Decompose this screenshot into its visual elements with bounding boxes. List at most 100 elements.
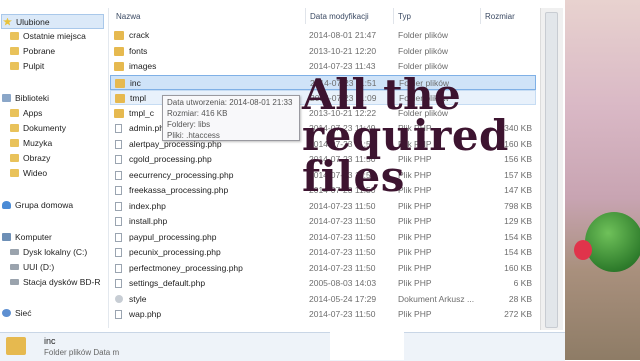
php-file-icon <box>115 155 122 164</box>
file-date: 2013-10-21 12:20 <box>309 45 377 56</box>
scrollbar-thumb[interactable] <box>545 12 558 328</box>
column-header-name[interactable]: Nazwa <box>116 8 306 24</box>
folder-icon <box>6 337 26 355</box>
php-file-icon <box>115 186 122 195</box>
column-header-date-label: Data modyfikacji <box>310 11 369 21</box>
sidebar-item-label: Komputer <box>15 231 52 242</box>
sidebar-item-label: Pobrane <box>23 45 56 56</box>
file-name-cell: style <box>114 292 294 307</box>
file-name-cell: cgold_processing.php <box>114 152 294 167</box>
column-header-size[interactable]: Rozmiar <box>480 8 543 24</box>
sidebar-item[interactable]: Dokumenty <box>10 121 66 134</box>
file-name-cell: images <box>114 59 294 74</box>
decorative-ball-image <box>585 212 640 272</box>
sidebar-item[interactable]: Ulubione <box>1 14 104 29</box>
column-header-type-label: Typ <box>398 11 411 21</box>
folder-tooltip: Data utworzenia: 2014-08-01 21:33 Rozmia… <box>162 95 300 141</box>
file-name-cell: wap.php <box>114 307 294 322</box>
file-row[interactable]: paypul_processing.php 2014-07-23 11:50 Pli… <box>110 230 536 245</box>
desktop-icon <box>10 61 19 70</box>
file-row[interactable]: pecunix_processing.php 2014-07-23 11:50 Pl… <box>110 245 536 260</box>
folder-icon <box>114 31 124 40</box>
file-type: Plik PHP <box>398 278 432 288</box>
sidebar-item-label: Muzyka <box>23 137 53 148</box>
file-name-cell: inc <box>115 76 295 91</box>
file-name-cell: fonts <box>114 44 294 59</box>
sidebar-item[interactable]: Komputer <box>2 230 52 243</box>
file-type: Plik PHP <box>398 200 432 211</box>
file-row[interactable]: settings_default.php 2005-08-03 14:03 Plik… <box>110 276 536 291</box>
file-row[interactable]: wap.php 2014-07-23 11:50 Plik PHP 272 KB <box>110 307 536 322</box>
file-size: 798 KB <box>504 200 532 211</box>
file-name: tmpl_c <box>129 107 155 118</box>
sidebar-item[interactable]: Dysk lokalny (C:) <box>10 245 87 258</box>
php-file-icon <box>115 170 122 180</box>
sidebar-item[interactable]: Obrazy <box>10 151 50 164</box>
file-size: 129 KB <box>504 216 532 226</box>
file-name: perfectmoney_processing.php <box>129 262 243 273</box>
file-name-cell: pecunix_processing.php <box>114 245 294 260</box>
file-name: tmpl <box>130 93 147 103</box>
tooltip-size: Rozmiar: 416 KB <box>167 109 228 118</box>
column-header-name-label: Nazwa <box>116 11 141 21</box>
file-name: fonts <box>129 45 148 56</box>
php-file-icon <box>115 248 122 257</box>
homegroup-icon <box>2 200 11 209</box>
sidebar-item-label: Dokumenty <box>23 122 66 133</box>
file-row[interactable]: perfectmoney_processing.php 2014-07-23 11… <box>110 261 536 276</box>
desktop-background <box>565 0 640 360</box>
folder-icon <box>114 46 124 56</box>
sidebar-item-label: Wideo <box>23 167 48 178</box>
vertical-scrollbar[interactable] <box>540 8 563 330</box>
file-type: Plik PHP <box>398 216 432 226</box>
sidebar-item[interactable]: Wideo <box>10 166 47 179</box>
sidebar-item-label: Sieć <box>15 307 32 318</box>
column-header-size-label: Rozmiar <box>485 11 515 21</box>
file-name: crack <box>129 30 150 40</box>
sidebar-item[interactable]: Biblioteki <box>2 91 49 104</box>
optical-drive-icon <box>10 278 19 285</box>
sidebar-item[interactable]: Apps <box>10 106 42 119</box>
file-type: Plik PHP <box>398 247 432 257</box>
sidebar-item[interactable]: Pobrane <box>10 44 55 57</box>
file-date: 2005-08-03 14:03 <box>309 278 377 288</box>
video-icon <box>10 168 19 177</box>
sidebar-item[interactable]: Pulpit <box>10 59 44 72</box>
column-header-type[interactable]: Typ <box>393 8 482 24</box>
file-name-cell: index.php <box>114 199 294 214</box>
sidebar-item[interactable]: Sieć <box>2 306 32 319</box>
file-name: index.php <box>129 200 166 211</box>
file-row[interactable]: fonts 2013-10-21 12:20 Folder plików <box>110 44 536 59</box>
file-name: paypul_processing.php <box>129 231 217 242</box>
music-icon <box>10 138 19 147</box>
sidebar-item[interactable]: Grupa domowa <box>2 198 73 211</box>
php-file-icon <box>115 217 122 226</box>
file-row[interactable]: style 2014-05-24 17:29 Dokument Arkusz ...… <box>110 292 536 307</box>
sidebar-item[interactable]: Stacja dysków BD-R <box>10 275 100 288</box>
file-name-cell: install.php <box>114 214 294 229</box>
file-name-cell: crack <box>114 28 294 43</box>
sidebar-item[interactable]: Muzyka <box>10 136 52 149</box>
file-row[interactable]: install.php 2014-07-23 11:50 Plik PHP 129 K… <box>110 214 536 229</box>
file-size <box>480 28 532 43</box>
file-date: 2014-07-23 11:50 <box>309 247 376 257</box>
tooltip-files: Pliki: .htaccess <box>167 131 220 140</box>
caption-overlay: All the required files <box>302 74 509 198</box>
file-size: 154 KB <box>504 231 532 242</box>
file-name: style <box>129 293 147 304</box>
file-name: wap.php <box>129 309 162 319</box>
navigation-pane[interactable]: Ulubione Ostatnie miejsca Pobrane Pulpit Bib… <box>0 8 109 328</box>
file-name: images <box>129 61 157 71</box>
file-size: 272 KB <box>504 309 532 319</box>
file-row[interactable]: crack 2014-08-01 21:47 Folder plików <box>110 28 536 43</box>
column-header-date[interactable]: Data modyfikacji <box>305 8 394 24</box>
sidebar-item[interactable]: Ostatnie miejsca <box>10 29 86 42</box>
php-file-icon <box>115 232 122 242</box>
details-meta: Folder plików Data m <box>44 348 120 357</box>
caption-line-2: required <box>302 111 509 160</box>
file-name: freekassa_processing.php <box>129 185 229 195</box>
file-name-cell: perfectmoney_processing.php <box>114 261 294 276</box>
file-size: 154 KB <box>504 247 532 257</box>
sidebar-item[interactable]: UUI (D:) <box>10 260 54 273</box>
file-size: 6 KB <box>513 278 532 288</box>
